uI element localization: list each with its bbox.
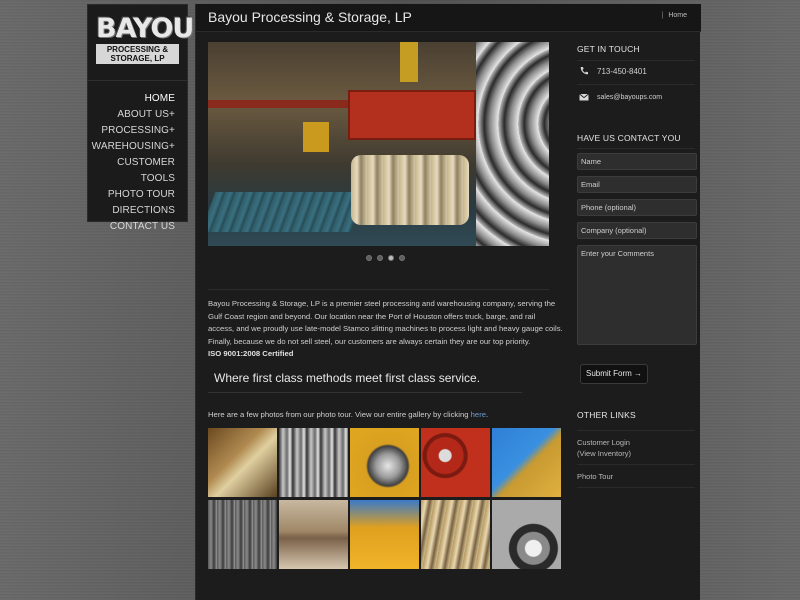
logo-subtitle: PROCESSING & STORAGE, LP <box>96 44 179 64</box>
gallery-thumb[interactable] <box>421 428 490 497</box>
certification-text: ISO 9001:2008 Certified <box>208 349 294 358</box>
sidebar-rule <box>577 487 695 488</box>
gallery-thumb[interactable] <box>279 500 348 569</box>
gallery-thumb[interactable] <box>208 500 277 569</box>
slide-steel-coil <box>351 155 469 225</box>
breadcrumb-home-link[interactable]: Home <box>668 12 687 19</box>
gallery-thumb[interactable] <box>421 500 490 569</box>
intro-paragraph: Bayou Processing & Storage, LP is a prem… <box>208 298 563 361</box>
slider-dot-2[interactable] <box>377 255 383 261</box>
header-bar: Bayou Processing & Storage, LP | Home <box>196 4 701 32</box>
logo-subtitle-line2: STORAGE, LP <box>110 54 165 63</box>
breadcrumb: | Home <box>661 12 687 19</box>
tagline-divider <box>208 392 522 393</box>
sidebar-rule <box>577 60 695 61</box>
photo-gallery <box>208 428 561 572</box>
logo-subtitle-line1: PROCESSING & <box>106 45 169 54</box>
gallery-thumb[interactable] <box>350 500 419 569</box>
phone-icon <box>580 67 588 75</box>
breadcrumb-separator: | <box>661 12 664 19</box>
view-inventory-label: (View Inventory) <box>577 449 632 458</box>
other-links-heading: OTHER LINKS <box>577 410 636 420</box>
gallery-here-link[interactable]: here <box>471 410 486 419</box>
nav-item-customer-tools[interactable]: CUSTOMER TOOLS <box>88 155 175 187</box>
slide-crane-hook <box>400 42 418 82</box>
email-field[interactable] <box>577 176 697 193</box>
gallery-thumb[interactable] <box>279 428 348 497</box>
name-field[interactable] <box>577 153 697 170</box>
slide-coil-closeup <box>476 42 549 246</box>
photo-intro-end: . <box>486 410 489 419</box>
contact-form-heading: HAVE US CONTACT YOU <box>577 133 681 143</box>
photo-intro-text: Here are a few photos from our photo tou… <box>208 410 469 419</box>
nav-item-processing[interactable]: PROCESSING+ <box>88 123 175 139</box>
customer-login-link[interactable]: Customer Login (View Inventory) <box>577 437 631 459</box>
sidebar-rule <box>577 464 695 465</box>
image-slider[interactable] <box>208 42 549 246</box>
sidebar-rule <box>577 430 695 431</box>
sidebar-rule <box>577 84 695 85</box>
main-nav: HOME ABOUT US+ PROCESSING+ WAREHOUSING+ … <box>88 91 175 235</box>
get-in-touch-heading: GET IN TOUCH <box>577 44 640 54</box>
main-panel: Bayou Processing & Storage, LP | Home Bay… <box>195 4 701 600</box>
logo[interactable]: BAYOU PROCESSING & STORAGE, LP <box>96 13 194 65</box>
nav-item-directions[interactable]: DIRECTIONS <box>88 203 175 219</box>
slide-sign <box>303 122 329 152</box>
nav-item-warehousing[interactable]: WAREHOUSING+ <box>88 139 175 155</box>
phone-field[interactable] <box>577 199 697 216</box>
phone-number[interactable]: 713-450-8401 <box>597 67 647 76</box>
nav-divider <box>88 80 187 81</box>
photo-tour-intro: Here are a few photos from our photo tou… <box>208 410 488 419</box>
company-field[interactable] <box>577 222 697 239</box>
nav-item-about-us[interactable]: ABOUT US+ <box>88 107 175 123</box>
divider <box>208 289 549 290</box>
gallery-thumb[interactable] <box>492 428 561 497</box>
email-row: sales@bayoups.com <box>579 92 662 102</box>
comments-field[interactable] <box>577 245 697 345</box>
nav-item-photo-tour[interactable]: PHOTO TOUR <box>88 187 175 203</box>
slider-pagination <box>366 255 405 261</box>
submit-form-button[interactable]: Submit Form → <box>580 364 648 384</box>
email-address[interactable]: sales@bayoups.com <box>597 94 662 101</box>
intro-text: Bayou Processing & Storage, LP is a prem… <box>208 299 563 346</box>
sidebar-rule <box>577 148 695 149</box>
slide-crane-frame <box>348 90 476 140</box>
nav-item-contact-us[interactable]: CONTACT US <box>88 219 175 235</box>
tagline: Where first class methods meet first cla… <box>214 371 481 385</box>
left-nav-panel: BAYOU PROCESSING & STORAGE, LP HOME ABOU… <box>87 4 194 232</box>
slider-dot-1[interactable] <box>366 255 372 261</box>
gallery-thumb[interactable] <box>208 428 277 497</box>
mail-icon <box>579 93 589 101</box>
slider-dot-4[interactable] <box>399 255 405 261</box>
gallery-thumb[interactable] <box>492 500 561 569</box>
slide-conveyor <box>208 192 366 232</box>
photo-tour-link[interactable]: Photo Tour <box>577 471 613 482</box>
slider-dot-3[interactable] <box>388 255 394 261</box>
phone-row: 713-450-8401 <box>579 66 647 76</box>
customer-login-label: Customer Login <box>577 438 630 447</box>
logo-wordmark: BAYOU <box>96 13 194 44</box>
gallery-thumb[interactable] <box>350 428 419 497</box>
nav-item-home[interactable]: HOME <box>88 91 175 107</box>
page-title: Bayou Processing & Storage, LP <box>208 9 412 25</box>
